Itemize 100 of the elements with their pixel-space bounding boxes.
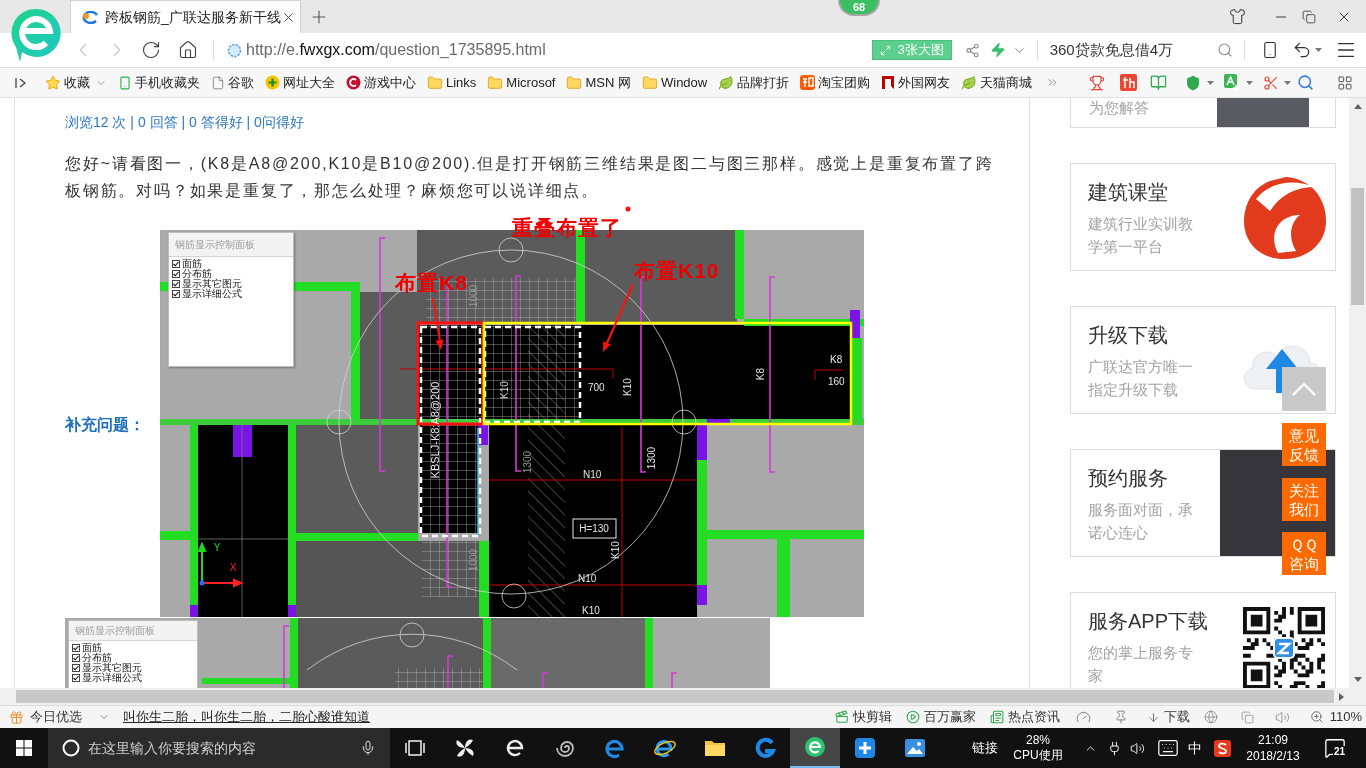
drawing-label: 700 [588,382,605,393]
scrollbar-thumb[interactable] [1351,188,1364,305]
site-favicon-icon [81,10,99,24]
bookmark-item[interactable]: 品牌打折 [718,72,790,93]
clock[interactable]: 21:09 2018/2/13 [1240,732,1306,764]
reload-icon[interactable] [141,40,161,60]
bookmark-item[interactable]: 天猫商城 [961,72,1033,93]
input-tool-icon[interactable] [1214,739,1231,757]
bookmark-item[interactable]: 网址大全 [265,72,335,93]
gauge-icon[interactable] [1075,709,1091,725]
drawing-label: N10 [583,469,602,480]
play-icon [905,710,920,724]
status-tool-button[interactable]: 百万赢家 [905,707,976,727]
grid-marker [671,409,697,435]
scroll-down-icon[interactable] [1353,677,1362,682]
taskbar-app-button[interactable] [790,728,840,768]
sidebar-toggle-icon[interactable] [15,76,27,89]
option-label: 显示详细公式 [182,289,242,299]
scroll-right-icon[interactable] [1339,692,1344,701]
checkbox[interactable] [72,664,80,672]
panel-title: 钢筋显示控制面板 [175,239,255,250]
power-plug-icon[interactable] [1107,740,1122,756]
news-headline-link[interactable]: 叫你生二胎，叫你生二胎，二胎心酸谁知道 [123,707,370,727]
discount-tag-icon[interactable] [1120,74,1137,91]
question-text: 您好~请看图一，(K8是A8@200,K10是B10@200).但是打开钢筋三维结果是图二与图三那样。感觉上是重复布置了跨板钢筋。对吗？如果是重复了，那怎么处理？麻烦您可以说详细点。 [65,154,995,201]
drawing-label: H=130 [579,523,609,534]
checkbox[interactable] [72,674,80,682]
caret-icon[interactable] [1284,80,1291,85]
checkbox[interactable] [172,260,180,268]
caret-icon[interactable] [1315,48,1322,52]
leaf-icon [961,74,978,91]
volume-icon[interactable] [1130,740,1145,756]
checkbox[interactable] [172,270,180,278]
browser-tab[interactable]: 跨板钢筋_广联达服务新干线 [70,0,301,33]
cpu-usage-meter[interactable]: 28% CPU使用 [1012,733,1064,763]
address-field[interactable]: http://e.fwxgx.com/question_1735895.html [227,37,546,63]
restore-icon[interactable] [1302,9,1316,24]
checkbox[interactable] [172,280,180,288]
bookmark-item[interactable]: 谷歌 [211,72,254,93]
book-icon[interactable] [1150,74,1167,91]
pinwheel-icon [454,737,476,759]
task-view-icon[interactable] [405,739,425,757]
today-picks-button[interactable]: 今日优选 [9,707,82,727]
service-card[interactable]: 建筑课堂 建筑行业实训教学第一平台 [1070,163,1336,271]
option-label: 显示详细公式 [82,673,142,683]
download-button[interactable]: 下载 [1146,707,1190,727]
translate-icon[interactable] [1224,74,1241,91]
search-icon[interactable] [1217,42,1233,58]
e-outline-icon [504,737,526,759]
home-icon[interactable] [178,40,198,60]
search-field[interactable]: 在这里输入你要搜索的内容 [48,728,390,768]
bookmark-item[interactable]: 手机收藏夹 [118,72,200,93]
option-label: 面筋 [182,259,202,269]
bookmark-item[interactable]: Window [642,72,708,93]
checkbox[interactable] [72,654,80,662]
undo-icon[interactable] [1292,40,1312,60]
url-text: http://e.fwxgx.com/question_1735895.html [246,40,546,60]
folder-icon [487,74,504,91]
trophy-icon[interactable] [1089,74,1105,91]
card-subtitle: 您的掌上服务专家 [1088,643,1194,686]
status-tool-button[interactable]: 快剪辑 [834,707,892,727]
shield-icon[interactable] [1185,74,1201,91]
card-title: 建筑课堂 [1088,180,1169,204]
marker-dot-icon [625,206,631,212]
zoom-icon[interactable] [1309,710,1324,724]
swirl-icon [754,737,776,759]
scissors-icon[interactable] [1263,74,1279,91]
checkbox[interactable] [172,290,180,298]
links-toolbar-label[interactable]: 链接 [972,738,998,758]
bookmark-item[interactable]: 淘宝团购 [800,72,871,93]
pointer-arrow [603,283,634,352]
status-tool-button[interactable]: 热点资讯 [989,707,1060,727]
apps-icon[interactable] [1337,74,1353,91]
keyboard-icon[interactable] [1157,737,1179,759]
microphone-icon[interactable] [360,740,376,756]
bookmark-item[interactable]: Microsof [487,72,556,93]
column-block [190,605,198,617]
zoom-level[interactable]: 110% [1329,707,1362,727]
caret-icon[interactable] [1207,80,1214,85]
scroll-up-icon[interactable] [1353,104,1362,109]
folder-icon [566,74,583,91]
bookmark-item[interactable]: Links [427,72,477,93]
skin-icon[interactable] [1229,8,1246,25]
search-suggestion[interactable]: 360贷款免息借4万 [1049,38,1173,62]
caret-icon[interactable] [1246,80,1253,85]
magnifier-icon[interactable] [1297,74,1314,91]
bookmark-item[interactable]: 外国网友 [881,72,951,93]
bookmark-item[interactable]: MSN 网 [566,72,631,93]
bookmark-item[interactable]: 游戏中心 [346,72,416,93]
input-method-label[interactable]: 中 [1188,737,1202,759]
globe-icon[interactable] [1203,710,1218,724]
phone-icon[interactable] [1261,41,1279,59]
news-icon [989,710,1004,724]
scrollbar-thumb[interactable] [16,690,1334,703]
windows-logo-icon[interactable] [16,740,32,756]
bookmark-item[interactable]: 收藏 [45,72,107,93]
card-title: 预约服务 [1088,466,1169,490]
share-icon[interactable] [964,42,980,58]
checkbox[interactable] [72,644,80,652]
option-label: 面筋 [82,643,102,653]
